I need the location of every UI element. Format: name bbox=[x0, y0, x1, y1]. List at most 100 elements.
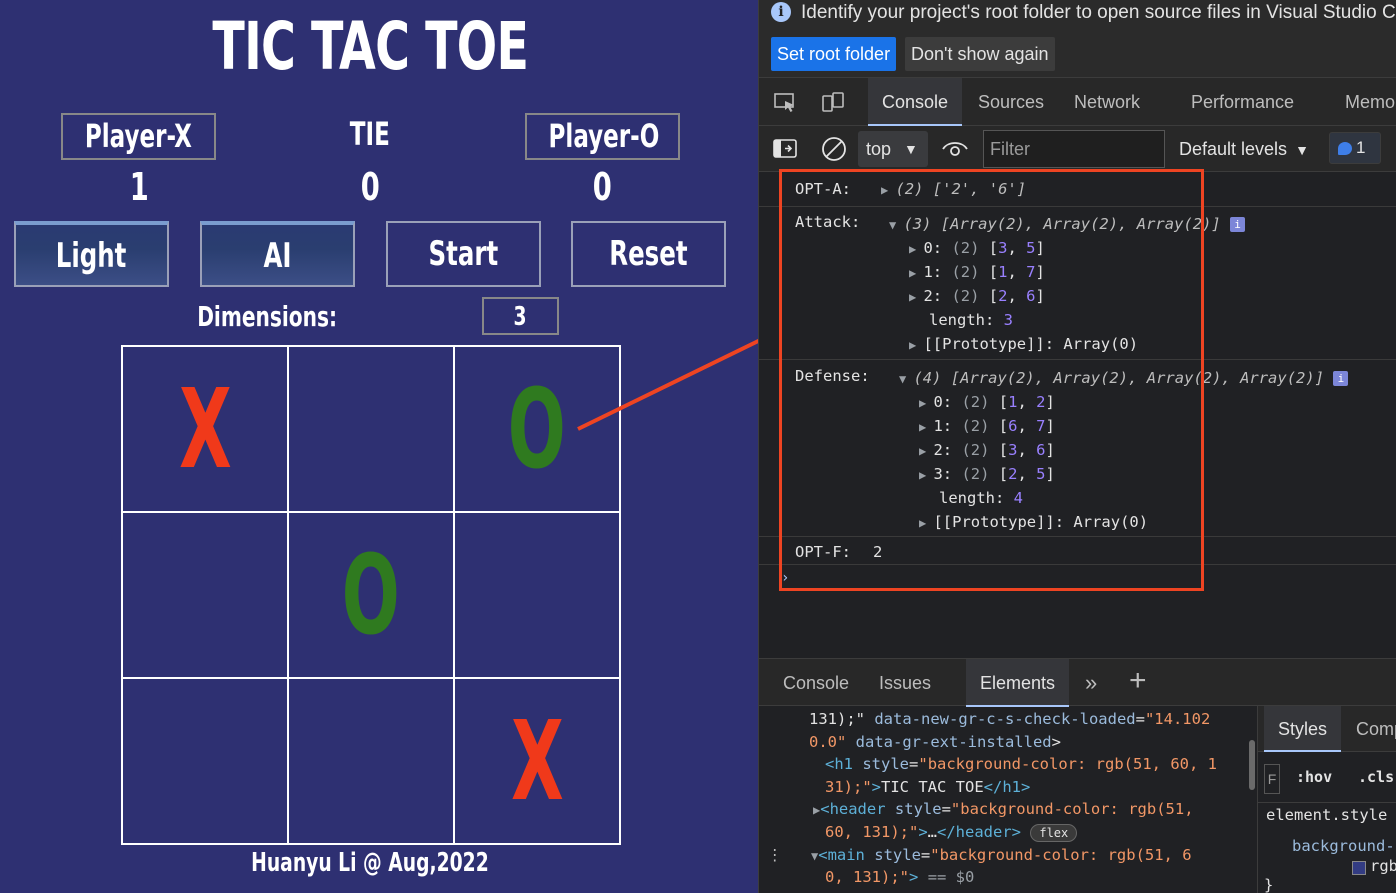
attack-item[interactable]: ▶ 0: (2) [3, 5] bbox=[909, 239, 1045, 257]
dimensions-label: Dimensions: bbox=[197, 300, 338, 333]
defense-length: length: 4 bbox=[939, 489, 1023, 507]
defense-prototype[interactable]: ▶ [[Prototype]]: Array(0) bbox=[919, 513, 1148, 531]
footer-credit: Huanyu Li @ Aug,2022 bbox=[251, 848, 489, 878]
tab-styles[interactable]: Styles bbox=[1264, 706, 1342, 752]
opt-f-value: 2 bbox=[873, 543, 883, 561]
device-toolbar-icon[interactable] bbox=[821, 92, 845, 114]
element-style-label: element.style bbox=[1266, 806, 1388, 824]
inspect-element-icon[interactable] bbox=[773, 92, 797, 114]
board-cell[interactable] bbox=[122, 678, 288, 844]
filter-input[interactable]: Filter bbox=[983, 130, 1165, 168]
console-toolbar: top ▼ Filter Default levels ▼ 1 bbox=[759, 126, 1396, 172]
board-cell[interactable] bbox=[454, 512, 620, 678]
styles-pane: Styles Comp F :hov .cls element.style ba… bbox=[1257, 706, 1396, 893]
tab-sources[interactable]: Sources bbox=[978, 78, 1044, 126]
tab-memory[interactable]: Memo bbox=[1345, 78, 1395, 126]
elements-tree: 131);" data-new-gr-c-s-check-loaded="14.… bbox=[759, 706, 1255, 893]
defense-array[interactable]: ▼ (4) [Array(2), Array(2), Array(2), Arr… bbox=[899, 369, 1349, 387]
page-title: TIC TAC TOE bbox=[212, 8, 529, 85]
reset-button[interactable]: Reset bbox=[571, 221, 726, 287]
infobar-message: Identify your project's root folder to o… bbox=[801, 2, 1396, 23]
add-tab-icon[interactable]: + bbox=[1129, 657, 1147, 705]
sidebar-toggle-icon[interactable] bbox=[773, 138, 799, 160]
defense-item[interactable]: ▶ 3: (2) [2, 5] bbox=[919, 465, 1055, 483]
drawer-tab-issues[interactable]: Issues bbox=[879, 659, 931, 707]
cls-toggle[interactable]: .cls bbox=[1358, 768, 1394, 786]
score-x: 1 bbox=[129, 165, 149, 209]
dom-line[interactable]: 0, 131);"> == $0 bbox=[825, 868, 974, 886]
chevron-down-icon: ▼ bbox=[904, 141, 918, 157]
board-cell-x[interactable]: X bbox=[122, 346, 288, 512]
game-board: X O O X bbox=[121, 345, 621, 845]
score-tie: 0 bbox=[360, 165, 380, 209]
console-entry-opt-a: OPT-A: ▶ (2) ['2', '6'] bbox=[759, 172, 1396, 207]
drawer-tab-console[interactable]: Console bbox=[783, 659, 849, 707]
devtools-tabs: Console Sources Network Performance Memo bbox=[759, 78, 1396, 126]
info-badge-icon: i bbox=[1230, 217, 1246, 232]
tab-computed[interactable]: Comp bbox=[1356, 706, 1396, 752]
dont-show-again-button[interactable]: Don't show again bbox=[905, 37, 1055, 71]
message-icon bbox=[1338, 142, 1352, 155]
dimensions-input[interactable]: 3 bbox=[482, 297, 559, 335]
tab-console[interactable]: Console bbox=[868, 78, 963, 126]
clear-console-icon[interactable] bbox=[821, 136, 847, 162]
board-cell[interactable] bbox=[122, 512, 288, 678]
tab-network[interactable]: Network bbox=[1074, 78, 1140, 126]
board-cell[interactable] bbox=[288, 678, 454, 844]
drawer-tab-elements[interactable]: Elements bbox=[966, 659, 1070, 707]
styles-filter-input[interactable]: F bbox=[1264, 764, 1280, 794]
dom-line[interactable]: 131);" data-new-gr-c-s-check-loaded="14.… bbox=[809, 710, 1210, 728]
attack-array[interactable]: ▼ (3) [Array(2), Array(2), Array(2)] i bbox=[889, 215, 1246, 233]
console-prompt-icon[interactable]: › bbox=[781, 570, 789, 586]
console-output: OPT-A: ▶ (2) ['2', '6'] Attack: ▼ (3) [A… bbox=[759, 172, 1396, 658]
rule-close-brace: } bbox=[1264, 876, 1274, 893]
message-count-badge[interactable]: 1 bbox=[1329, 132, 1381, 164]
style-value[interactable]: rgb bbox=[1370, 857, 1396, 875]
board-cell-x[interactable]: X bbox=[454, 678, 620, 844]
color-swatch[interactable] bbox=[1352, 861, 1366, 875]
collapse-arrow-icon: ▼ bbox=[889, 218, 904, 232]
scrollbar[interactable] bbox=[1249, 740, 1255, 790]
attack-item[interactable]: ▶ 1: (2) [1, 7] bbox=[909, 263, 1045, 281]
console-entry-attack: Attack: ▼ (3) [Array(2), Array(2), Array… bbox=[759, 207, 1396, 360]
player-x-box: Player-X bbox=[61, 113, 216, 160]
start-button[interactable]: Start bbox=[386, 221, 541, 287]
dom-line[interactable]: 0.0" data-gr-ext-installed> bbox=[809, 733, 1061, 751]
more-options-icon[interactable]: ⋮ bbox=[767, 846, 783, 864]
more-tabs-icon[interactable]: » bbox=[1085, 659, 1097, 707]
infobar: i Identify your project's root folder to… bbox=[759, 0, 1396, 78]
set-root-folder-button[interactable]: Set root folder bbox=[771, 37, 897, 71]
console-entry-defense: Defense: ▼ (4) [Array(2), Array(2), Arra… bbox=[759, 360, 1396, 537]
hov-toggle[interactable]: :hov bbox=[1296, 768, 1332, 786]
context-select[interactable]: top ▼ bbox=[858, 131, 928, 167]
dom-line[interactable]: 31);">TIC TAC TOE</h1> bbox=[825, 778, 1030, 796]
dom-line[interactable]: ▼<main style="background-color: rgb(51, … bbox=[811, 846, 1192, 864]
drawer-tabs: Console Issues Elements » + bbox=[759, 657, 1396, 707]
defense-item[interactable]: ▶ 0: (2) [1, 2] bbox=[919, 393, 1055, 411]
attack-prototype[interactable]: ▶ [[Prototype]]: Array(0) bbox=[909, 335, 1138, 353]
info-badge-icon: i bbox=[1333, 371, 1349, 386]
tie-label: TIE bbox=[349, 115, 391, 153]
style-property[interactable]: background- bbox=[1292, 837, 1395, 855]
eye-icon[interactable] bbox=[941, 138, 969, 160]
flex-badge[interactable]: flex bbox=[1030, 824, 1078, 842]
dom-line[interactable]: <h1 style="background-color: rgb(51, 60,… bbox=[825, 755, 1217, 773]
console-entry-opt-f: OPT-F: 2 bbox=[759, 537, 1396, 565]
ai-button[interactable]: AI bbox=[200, 221, 355, 287]
score-o: 0 bbox=[592, 165, 612, 209]
attack-item[interactable]: ▶ 2: (2) [2, 6] bbox=[909, 287, 1045, 305]
devtools-panel: i Identify your project's root folder to… bbox=[758, 0, 1396, 893]
board-cell-o[interactable]: O bbox=[288, 512, 454, 678]
dom-line[interactable]: 60, 131);">…</header> flex bbox=[825, 823, 1078, 842]
game-panel: TIC TAC TOE Player-X TIE Player-O 1 0 0 … bbox=[0, 0, 758, 893]
board-cell[interactable] bbox=[288, 346, 454, 512]
opt-a-array[interactable]: ▶ (2) ['2', '6'] bbox=[881, 180, 1026, 198]
defense-item[interactable]: ▶ 1: (2) [6, 7] bbox=[919, 417, 1055, 435]
light-button[interactable]: Light bbox=[14, 221, 169, 287]
dom-line[interactable]: ▶<header style="background-color: rgb(51… bbox=[813, 800, 1194, 818]
log-levels-dropdown[interactable]: Default levels ▼ bbox=[1179, 131, 1309, 167]
defense-item[interactable]: ▶ 2: (2) [3, 6] bbox=[919, 441, 1055, 459]
info-icon: i bbox=[771, 2, 791, 22]
expand-arrow-icon: ▶ bbox=[881, 183, 896, 197]
tab-performance[interactable]: Performance bbox=[1191, 78, 1294, 126]
